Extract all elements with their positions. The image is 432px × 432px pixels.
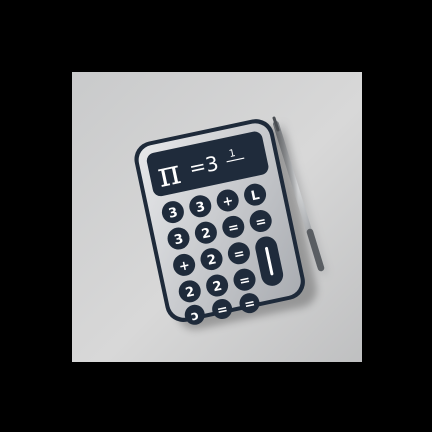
calculator-illustration: π =3 1 3 3 + L 3 2 = = + 2 = 2 2 = ɔ = = — [134, 116, 327, 330]
tabletop-scene: π =3 1 3 3 + L 3 2 = = + 2 = 2 2 = ɔ = = — [72, 72, 362, 362]
